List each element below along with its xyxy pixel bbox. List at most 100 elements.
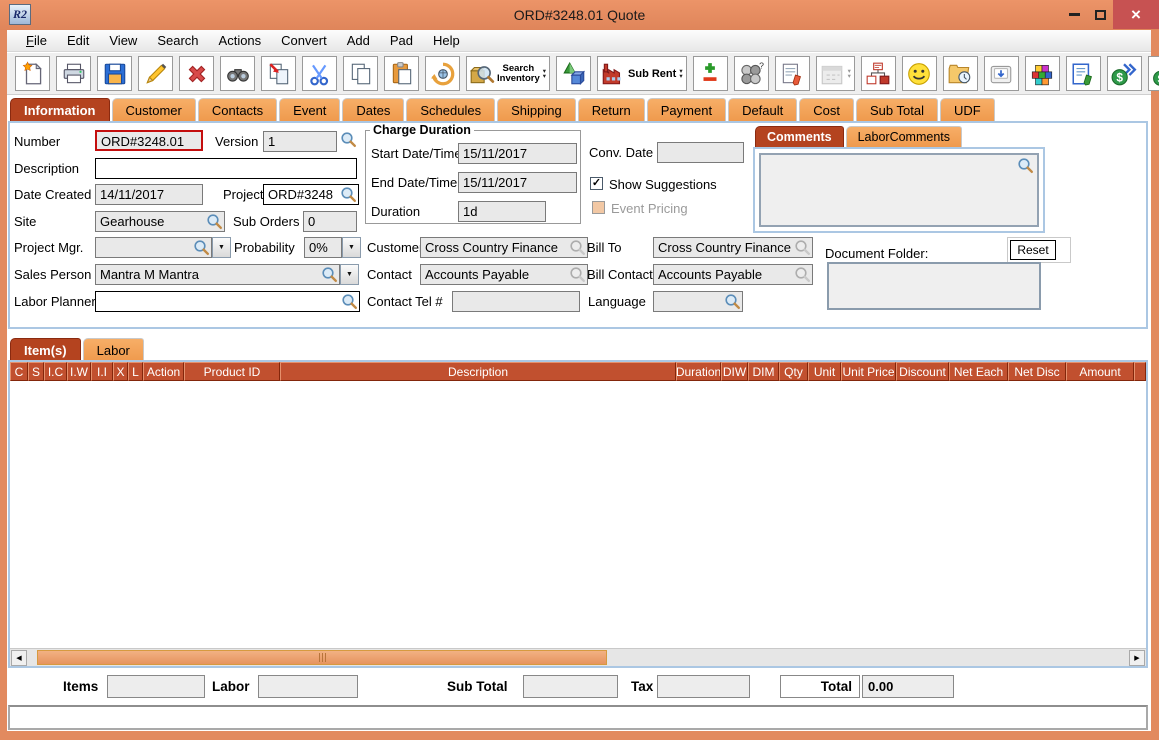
end-date-field[interactable]: 15/11/2017	[458, 172, 577, 193]
comments-zoom-icon[interactable]	[1017, 157, 1034, 174]
column-header-net-each[interactable]: Net Each	[949, 362, 1008, 381]
minimize-button[interactable]	[1061, 0, 1087, 29]
paste-button[interactable]	[384, 56, 419, 91]
number-field[interactable]: ORD#3248.01	[95, 130, 203, 151]
column-header-s[interactable]: S	[28, 362, 44, 381]
tab-laborcomments[interactable]: LaborComments	[846, 126, 962, 147]
column-header-discount[interactable]: Discount	[896, 362, 949, 381]
sub-rent-button[interactable]: Sub Rent▾▾	[597, 56, 687, 91]
tab-cost[interactable]: Cost	[799, 98, 854, 121]
project-lookup-icon[interactable]	[340, 186, 357, 203]
column-header-i-c[interactable]: I.C	[44, 362, 67, 381]
sub-rent-dropdown-button[interactable]: ▾▾	[678, 69, 683, 79]
print-button[interactable]	[56, 56, 91, 91]
contact-field[interactable]: Accounts Payable	[420, 264, 588, 285]
tab-customer[interactable]: Customer	[112, 98, 196, 121]
duration-field[interactable]: 1d	[458, 201, 546, 222]
column-header-c[interactable]: C	[10, 362, 28, 381]
tab-comments[interactable]: Comments	[755, 126, 844, 147]
find-button[interactable]	[220, 56, 255, 91]
project-mgr-lookup-icon[interactable]	[193, 239, 210, 256]
search-inventory-dropdown-button[interactable]: ▾▾	[542, 69, 547, 79]
scroll-right-button[interactable]: ▶	[1129, 650, 1145, 666]
menu-file[interactable]: File	[16, 31, 57, 50]
project-mgr-dropdown-button[interactable]: ▼	[212, 237, 231, 258]
column-header-net-disc[interactable]: Net Disc	[1008, 362, 1066, 381]
tab-item-s[interactable]: Item(s)	[10, 338, 81, 361]
org-chart-button[interactable]	[861, 56, 896, 91]
copy-order-button[interactable]	[261, 56, 296, 91]
save-button[interactable]	[97, 56, 132, 91]
reset-button[interactable]: Reset	[1010, 240, 1056, 260]
tab-contacts[interactable]: Contacts	[198, 98, 277, 121]
tab-event[interactable]: Event	[279, 98, 340, 121]
new-button[interactable]	[15, 56, 50, 91]
copy-button[interactable]	[343, 56, 378, 91]
tab-shipping[interactable]: Shipping	[497, 98, 576, 121]
project-field[interactable]: ORD#3248	[263, 184, 359, 205]
version-field[interactable]: 1	[263, 131, 337, 152]
scroll-left-button[interactable]: ◀	[11, 650, 27, 666]
date-created-field[interactable]: 14/11/2017	[95, 184, 203, 205]
sales-person-lookup-icon[interactable]	[321, 266, 338, 283]
column-header-qty[interactable]: Qty	[779, 362, 808, 381]
payment-forward-button[interactable]: $	[1107, 56, 1142, 91]
edit-notes-button[interactable]	[1066, 56, 1101, 91]
group-options-button[interactable]: ?	[734, 56, 769, 91]
bill-to-field[interactable]: Cross Country Finance	[653, 237, 813, 258]
menu-view[interactable]: View	[99, 31, 147, 50]
column-header-amount[interactable]: Amount	[1066, 362, 1134, 381]
column-header-l[interactable]: L	[128, 362, 143, 381]
customer-lookup-icon[interactable]	[569, 239, 586, 256]
show-suggestions-checkbox[interactable]	[590, 177, 603, 190]
column-header-action[interactable]: Action	[143, 362, 184, 381]
menu-edit[interactable]: Edit	[57, 31, 99, 50]
bill-to-lookup-icon[interactable]	[794, 239, 811, 256]
shapes-button[interactable]	[556, 56, 591, 91]
invoice-button[interactable]: $	[1148, 56, 1159, 91]
column-header-x[interactable]: X	[113, 362, 128, 381]
tab-payment[interactable]: Payment	[647, 98, 726, 121]
site-lookup-icon[interactable]	[206, 213, 223, 230]
language-lookup-icon[interactable]	[724, 293, 741, 310]
sales-person-field[interactable]: Mantra M Mantra	[95, 264, 340, 285]
delete-button[interactable]	[179, 56, 214, 91]
cut-button[interactable]	[302, 56, 337, 91]
feedback-button[interactable]	[902, 56, 937, 91]
column-header-i-w[interactable]: I.W	[67, 362, 91, 381]
notes-button[interactable]	[775, 56, 810, 91]
tab-sub-total[interactable]: Sub Total	[856, 98, 938, 121]
tab-udf[interactable]: UDF	[940, 98, 995, 121]
menu-actions[interactable]: Actions	[209, 31, 272, 50]
menu-add[interactable]: Add	[337, 31, 380, 50]
column-header-unit-price[interactable]: Unit Price	[841, 362, 896, 381]
tab-information[interactable]: Information	[10, 98, 110, 121]
search-inventory-button[interactable]: SearchInventory▾▾	[466, 56, 550, 91]
labor-planner-field[interactable]	[95, 291, 360, 312]
contact-tel-field[interactable]	[452, 291, 580, 312]
document-folder-box[interactable]	[827, 262, 1041, 310]
bill-contact-lookup-icon[interactable]	[794, 266, 811, 283]
inventory-blocks-button[interactable]	[1025, 56, 1060, 91]
refresh-button[interactable]	[425, 56, 460, 91]
tab-default[interactable]: Default	[728, 98, 797, 121]
shortcut-key-button[interactable]	[984, 56, 1019, 91]
scrollbar-thumb[interactable]	[37, 650, 607, 665]
column-header-product-id[interactable]: Product ID	[184, 362, 280, 381]
history-button[interactable]	[943, 56, 978, 91]
language-field[interactable]	[653, 291, 743, 312]
maximize-button[interactable]	[1087, 0, 1113, 29]
close-button[interactable]: ×	[1113, 0, 1159, 29]
add-remove-button[interactable]	[693, 56, 728, 91]
column-header-description[interactable]: Description	[280, 362, 676, 381]
contact-lookup-icon[interactable]	[569, 266, 586, 283]
column-header-duration[interactable]: Duration	[676, 362, 721, 381]
column-header-diw[interactable]: DIW	[721, 362, 748, 381]
column-header-dim[interactable]: DIM	[748, 362, 779, 381]
sales-person-dropdown-button[interactable]: ▼	[340, 264, 359, 285]
probability-dropdown-button[interactable]: ▼	[342, 237, 361, 258]
menu-pad[interactable]: Pad	[380, 31, 423, 50]
menu-convert[interactable]: Convert	[271, 31, 337, 50]
tab-dates[interactable]: Dates	[342, 98, 404, 121]
customer-field[interactable]: Cross Country Finance	[420, 237, 588, 258]
